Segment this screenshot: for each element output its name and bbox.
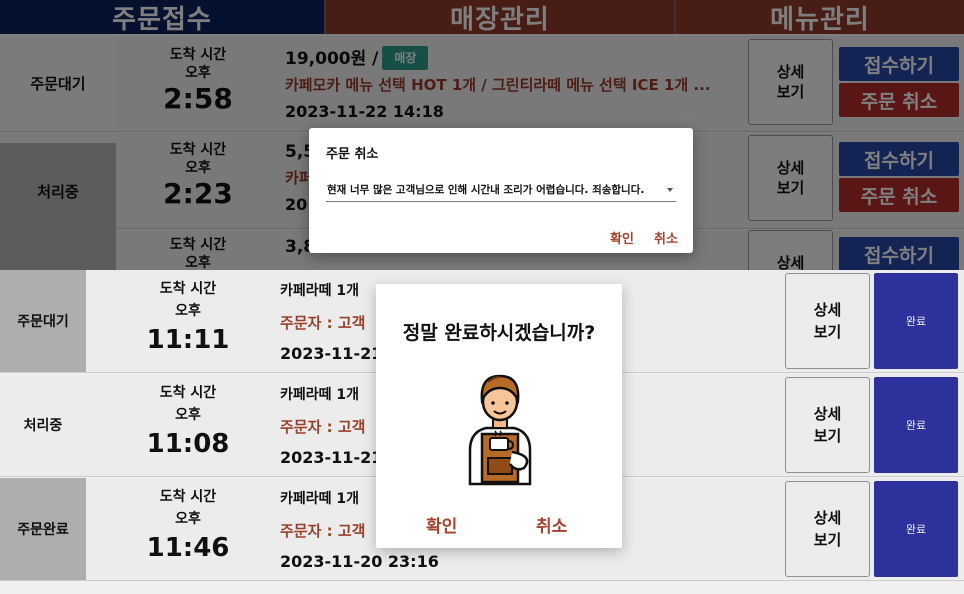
cancel-button[interactable]: 취소 bbox=[536, 512, 567, 537]
dialog-question: 정말 완료하시겠습니까? bbox=[402, 322, 596, 344]
cancel-button[interactable]: 취소 bbox=[654, 228, 678, 247]
confirm-button[interactable]: 확인 bbox=[610, 228, 634, 247]
confirm-button[interactable]: 확인 bbox=[426, 512, 457, 537]
barista-icon bbox=[468, 374, 532, 486]
dropdown-caret-icon bbox=[667, 188, 673, 192]
dialog-title: 주문 취소 bbox=[326, 147, 379, 162]
cancel-reason-value: 현재 너무 많은 고객님으로 인해 시간내 조리가 어렵습니다. 죄송합니다. bbox=[327, 184, 645, 196]
complete-confirm-dialog: 정말 완료하시겠습니까? 확인 취소 bbox=[376, 284, 622, 548]
cancel-reason-select[interactable]: 현재 너무 많은 고객님으로 인해 시간내 조리가 어렵습니다. 죄송합니다. bbox=[326, 180, 676, 202]
cancel-order-dialog: 주문 취소 현재 너무 많은 고객님으로 인해 시간내 조리가 어렵습니다. 죄… bbox=[309, 128, 693, 253]
